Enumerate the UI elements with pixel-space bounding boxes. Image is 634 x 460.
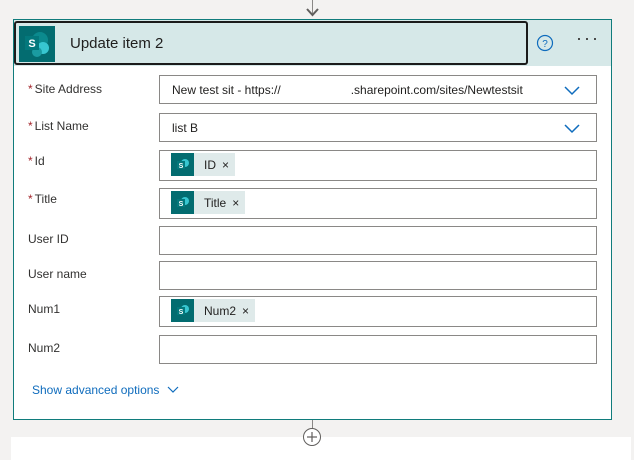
- title-token-label: Title: [204, 195, 227, 210]
- required-marker: *: [28, 119, 33, 133]
- list-name-value: list B: [172, 121, 199, 135]
- required-marker: *: [28, 82, 33, 96]
- list-name-label: * List Name: [28, 119, 89, 133]
- sharepoint-icon: S: [171, 153, 194, 176]
- show-advanced-options-label: Show advanced options: [32, 383, 160, 397]
- num2-token-label: Num2: [204, 303, 237, 318]
- add-step-icon[interactable]: [303, 428, 321, 446]
- list-name-row: * List Name list B: [14, 113, 611, 150]
- action-card: S Update item 2 ? ··· * Site Address New …: [13, 19, 612, 420]
- num2-label: Num2: [28, 341, 61, 355]
- user-name-label: User name: [28, 267, 87, 281]
- num1-label: Num1: [28, 302, 61, 316]
- ellipsis-icon[interactable]: ···: [576, 28, 600, 49]
- sharepoint-icon: S: [19, 26, 55, 62]
- id-label: * Id: [28, 154, 45, 168]
- svg-text:S: S: [178, 309, 183, 316]
- svg-text:?: ?: [542, 39, 548, 50]
- num1-input[interactable]: S Num2 ×: [159, 296, 597, 327]
- show-advanced-options-link[interactable]: Show advanced options: [32, 383, 179, 397]
- list-name-dropdown[interactable]: list B: [159, 113, 597, 142]
- num1-row: Num1 S Num2 ×: [14, 296, 611, 334]
- title-token[interactable]: S Title ×: [171, 191, 246, 214]
- svg-text:S: S: [28, 38, 35, 50]
- num2-input[interactable]: [159, 335, 597, 364]
- user-id-row: User ID: [14, 226, 611, 264]
- close-icon[interactable]: ×: [222, 158, 229, 172]
- action-title[interactable]: Update item 2: [70, 35, 163, 52]
- required-marker: *: [28, 192, 33, 206]
- title-label: * Title: [28, 192, 57, 206]
- title-input[interactable]: S Title ×: [159, 188, 597, 219]
- close-icon[interactable]: ×: [232, 196, 239, 210]
- id-token[interactable]: S ID ×: [171, 153, 236, 176]
- site-address-dropdown[interactable]: New test sit - https:// .sharepoint.com/…: [159, 75, 597, 104]
- site-address-value: New test sit - https:// .sharepoint.com/…: [172, 83, 523, 97]
- id-input[interactable]: S ID ×: [159, 150, 597, 181]
- arrow-down-icon: [306, 8, 319, 17]
- svg-text:S: S: [178, 163, 183, 170]
- user-id-input[interactable]: [159, 226, 597, 255]
- sharepoint-icon: S: [171, 299, 194, 322]
- num2-token[interactable]: S Num2 ×: [171, 299, 256, 322]
- site-address-row: * Site Address New test sit - https:// .s…: [14, 75, 611, 112]
- action-header: S Update item 2 ? ···: [14, 20, 611, 66]
- svg-text:S: S: [178, 201, 183, 208]
- user-id-label: User ID: [28, 232, 69, 246]
- next-step-card: [11, 437, 631, 460]
- title-row: * Title S Title ×: [14, 188, 611, 224]
- question-circle-icon[interactable]: ?: [536, 34, 554, 52]
- chevron-down-icon[interactable]: [564, 122, 580, 134]
- site-address-label: * Site Address: [28, 82, 103, 96]
- chevron-down-icon: [168, 386, 179, 393]
- close-icon[interactable]: ×: [242, 304, 249, 318]
- id-row: * Id S ID ×: [14, 150, 611, 186]
- action-title-bar[interactable]: S Update item 2: [14, 21, 528, 65]
- required-marker: *: [28, 154, 33, 168]
- user-name-row: User name: [14, 261, 611, 299]
- id-token-label: ID: [204, 157, 216, 172]
- user-name-input[interactable]: [159, 261, 597, 290]
- num2-row: Num2: [14, 335, 611, 373]
- chevron-down-icon[interactable]: [564, 84, 580, 96]
- sharepoint-icon: S: [171, 191, 194, 214]
